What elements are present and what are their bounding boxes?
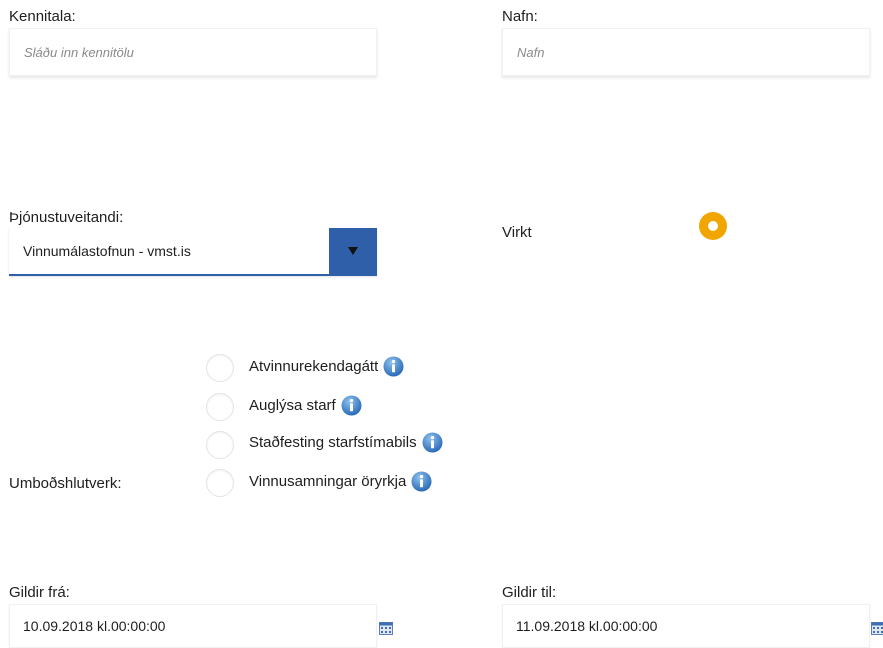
calendar-icon[interactable] — [379, 622, 393, 635]
info-icon[interactable] — [383, 356, 404, 377]
provider-select[interactable]: Vinnumálastofnun - vmst.is — [9, 228, 377, 276]
valid-to-input[interactable]: 11.09.2018 kl.00:00:00 — [502, 604, 870, 648]
role-radio-auglysa-starf[interactable] — [206, 393, 234, 421]
kennitala-input[interactable]: Sláðu inn kennitölu — [9, 28, 377, 76]
nafn-label: Nafn: — [502, 8, 538, 25]
nafn-input[interactable]: Nafn — [502, 28, 870, 76]
role-option-label: Staðfesting starfstímabils — [249, 434, 417, 451]
nafn-placeholder: Nafn — [517, 45, 544, 60]
active-label: Virkt — [502, 224, 532, 241]
kennitala-placeholder: Sláðu inn kennitölu — [24, 45, 134, 60]
role-radio-stadfesting[interactable] — [206, 431, 234, 459]
role-radio-atvinnurekendagatt[interactable] — [206, 354, 234, 382]
valid-from-label: Gildir frá: — [9, 584, 70, 601]
role-option-stadfesting: Staðfesting starfstímabils — [249, 432, 443, 453]
info-icon[interactable] — [341, 395, 362, 416]
valid-to-label: Gildir til: — [502, 584, 556, 601]
role-option-label: Auglýsa starf — [249, 397, 336, 414]
valid-to-value: 11.09.2018 kl.00:00:00 — [516, 618, 657, 634]
info-icon[interactable] — [411, 471, 432, 492]
calendar-icon[interactable] — [871, 622, 883, 635]
role-option-vinnusamningar: Vinnusamningar öryrkja — [249, 471, 432, 492]
role-option-label: Vinnusamningar öryrkja — [249, 473, 406, 490]
valid-from-value: 10.09.2018 kl.00:00:00 — [23, 618, 165, 634]
roles-label: Umboðshlutverk: — [9, 475, 122, 492]
caret-down-icon — [348, 247, 358, 255]
active-radio-checked-icon — [699, 212, 727, 240]
role-option-auglysa-starf: Auglýsa starf — [249, 395, 362, 416]
active-toggle[interactable] — [699, 212, 727, 240]
role-radio-vinnusamningar[interactable] — [206, 469, 234, 497]
role-option-atvinnurekendagatt: Atvinnurekendagátt — [249, 356, 404, 377]
role-option-label: Atvinnurekendagátt — [249, 358, 378, 375]
info-icon[interactable] — [422, 432, 443, 453]
provider-label: Þjónustuveitandi: — [9, 209, 123, 226]
provider-dropdown-button[interactable] — [329, 228, 377, 274]
valid-from-input[interactable]: 10.09.2018 kl.00:00:00 — [9, 604, 377, 648]
provider-selected-value: Vinnumálastofnun - vmst.is — [9, 243, 377, 259]
kennitala-label: Kennitala: — [9, 8, 76, 25]
